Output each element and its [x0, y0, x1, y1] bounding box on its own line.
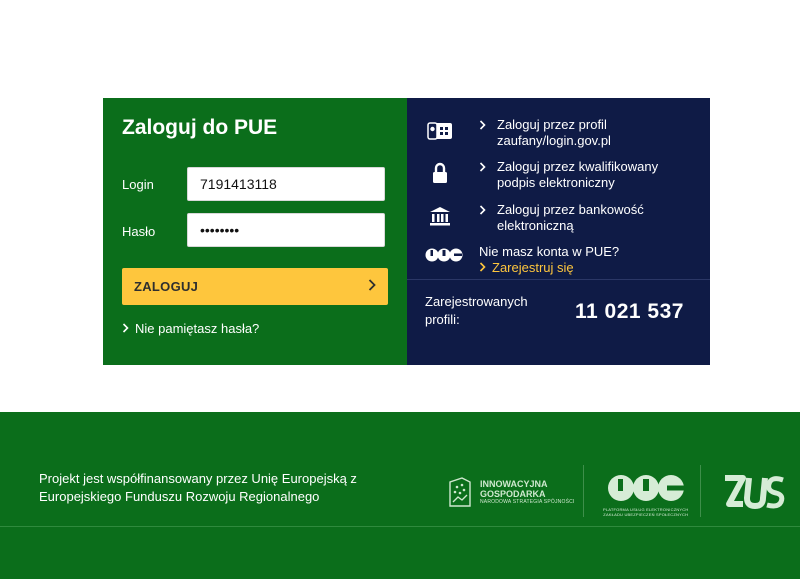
footer-separator — [583, 465, 584, 517]
pue-logo-icon — [425, 244, 463, 266]
chevron-right-icon — [479, 159, 486, 177]
no-account-text: Nie masz konta w PUE? — [479, 244, 620, 259]
eu-funds-icon — [449, 477, 471, 507]
option-qualified-signature-label: Zaloguj przez kwalifikowany podpis elekt… — [497, 159, 659, 190]
id-card-icon — [427, 119, 453, 141]
chevron-right-icon — [368, 278, 376, 296]
password-input[interactable] — [187, 213, 385, 247]
login-title: Zaloguj do PUE — [122, 116, 278, 139]
login-input[interactable] — [187, 167, 385, 201]
forgot-password-label: Nie pamiętasz hasła? — [135, 321, 260, 336]
ig-line1: INNOWACYJNA — [480, 479, 548, 489]
chevron-right-icon — [479, 117, 486, 135]
zus-logo — [721, 472, 787, 519]
login-button[interactable]: ZALOGUJ — [122, 268, 388, 305]
ig-sub: NARODOWA STRATEGIA SPÓJNOŚCI — [480, 499, 575, 505]
footer-eu-text: Projekt jest współfinansowany przez Unię… — [39, 471, 357, 504]
option-trusted-profile-label: Zaloguj przez profil zaufany/login.gov.p… — [497, 117, 611, 148]
ig-line2: GOSPODARKA — [480, 489, 546, 499]
bank-icon — [427, 205, 453, 227]
lock-icon — [427, 162, 453, 184]
login-label: Login — [122, 177, 154, 192]
login-options-panel: Zaloguj przez profil zaufany/login.gov.p… — [407, 98, 710, 365]
pue-logo-icon — [607, 475, 685, 501]
pue-footer-logo: PLATFORMA USŁUG ELEKTRONICZNYCH ZAKŁADU … — [603, 474, 688, 517]
chevron-right-icon — [479, 202, 486, 220]
footer: Projekt jest współfinansowany przez Unię… — [0, 412, 800, 579]
register-label: Zarejestruj się — [492, 260, 574, 275]
chevron-right-icon — [122, 321, 129, 336]
footer-separator — [700, 465, 701, 517]
login-panel: Zaloguj do PUE Login Hasło ZALOGUJ Nie p… — [103, 98, 407, 365]
divider — [407, 279, 710, 280]
registered-profiles-count: 11 021 537 — [575, 300, 684, 323]
password-label: Hasło — [122, 224, 156, 239]
register-link[interactable]: Zarejestruj się — [479, 260, 679, 276]
forgot-password-link[interactable]: Nie pamiętasz hasła? — [122, 321, 259, 336]
innowacyjna-gospodarka-logo: INNOWACYJNA GOSPODARKA NARODOWA STRATEGI… — [448, 476, 575, 508]
login-button-label: ZALOGUJ — [134, 279, 199, 294]
footer-divider — [0, 526, 800, 527]
chevron-right-icon — [479, 260, 486, 276]
registered-profiles-label: Zarejestrowanych profili: — [425, 294, 528, 327]
pue-sub2: ZAKŁADU UBEZPIECZEŃ SPOŁECZNYCH — [603, 512, 689, 517]
option-bank-label: Zaloguj przez bankowość elektroniczną — [497, 202, 644, 233]
zus-logo-icon — [725, 475, 785, 510]
